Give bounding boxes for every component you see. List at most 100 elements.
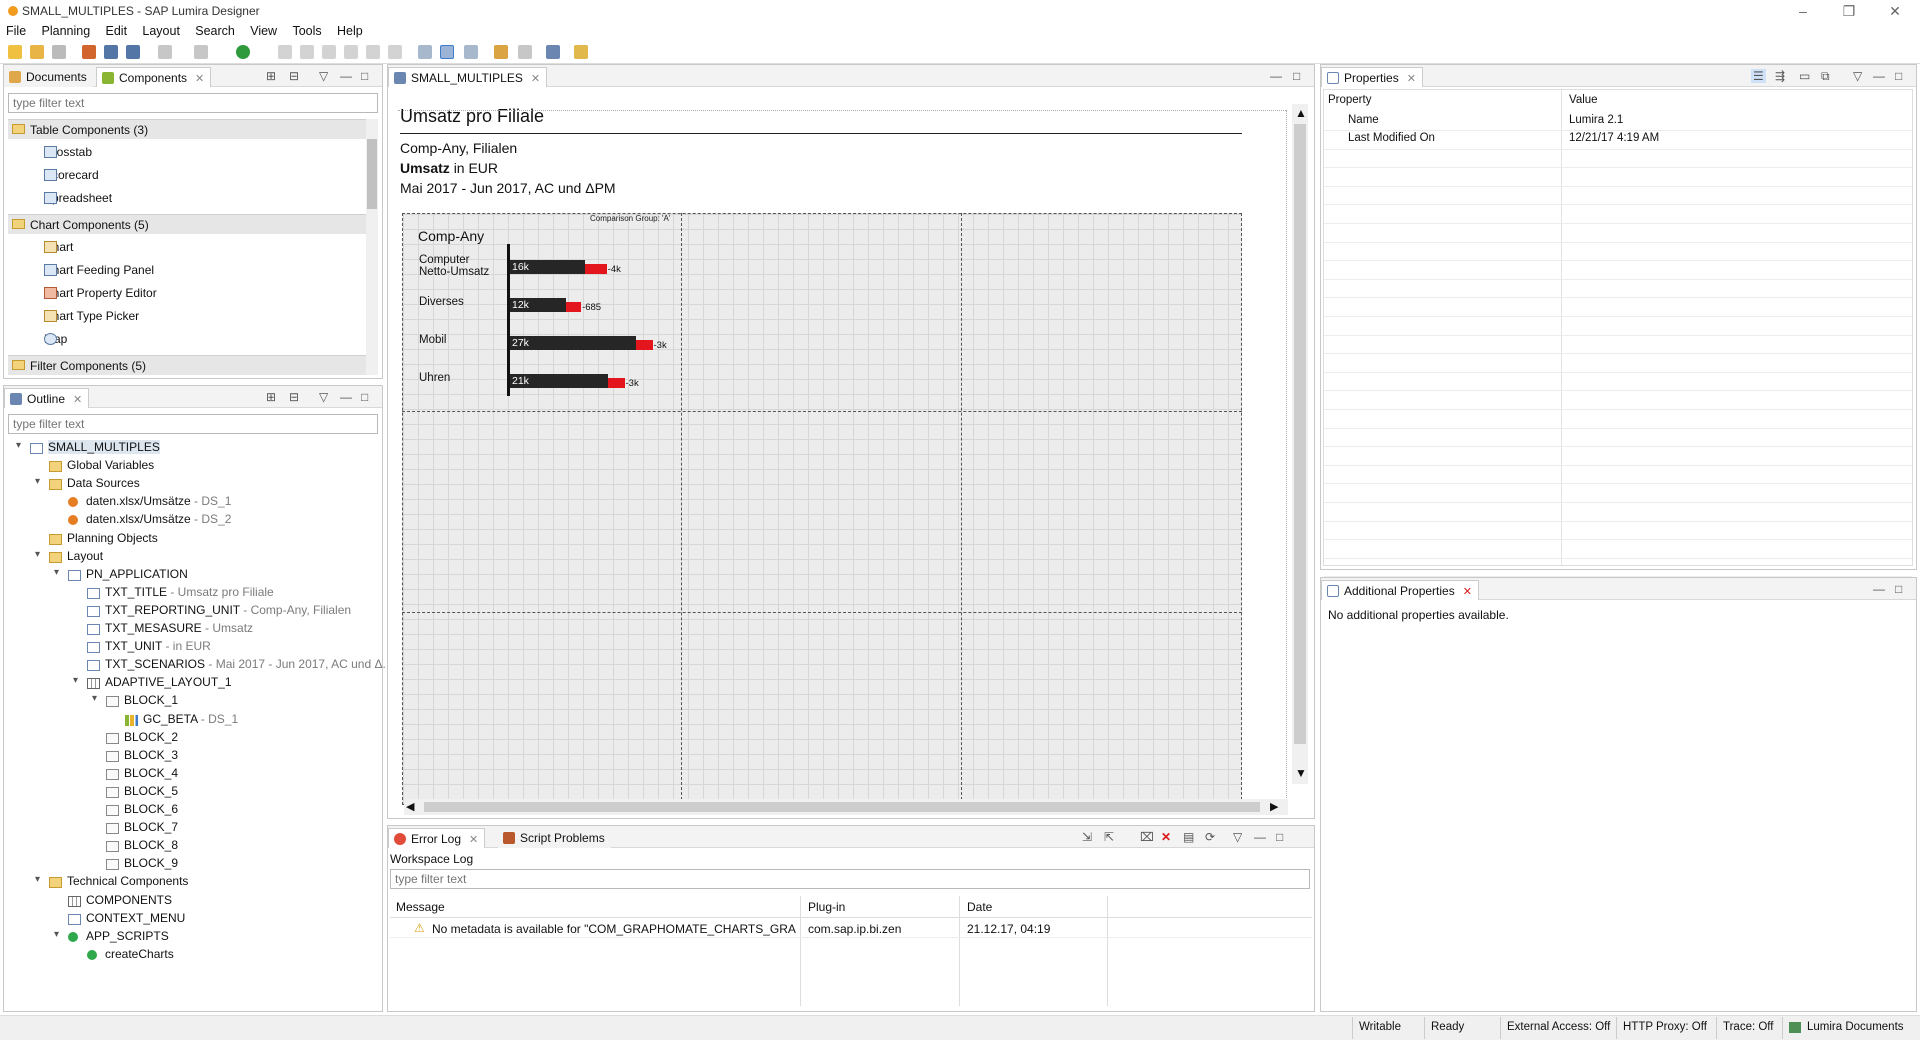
- category-filter-components[interactable]: Filter Components (5): [8, 355, 368, 375]
- export-log-icon[interactable]: ⇲: [1082, 830, 1092, 844]
- tab-additional-properties[interactable]: Additional Properties ✕: [1321, 580, 1479, 600]
- editor-vertical-scrollbar[interactable]: ▲ ▼: [1292, 104, 1308, 784]
- delta-bar[interactable]: [584, 264, 607, 274]
- restore-default-icon[interactable]: ▭: [1799, 69, 1810, 83]
- property-value[interactable]: Lumira 2.1: [1569, 114, 1623, 126]
- status-lumira-documents[interactable]: Lumira Documents: [1782, 1017, 1904, 1039]
- tab-small-multiples[interactable]: SMALL_MULTIPLES ✕: [388, 67, 548, 87]
- fit-icon[interactable]: [418, 45, 432, 59]
- outline-node[interactable]: TXT_SCENARIOS - Mai 2017 - Jun 2017, AC …: [87, 657, 392, 672]
- align-right-icon[interactable]: [322, 45, 336, 59]
- component-chart-type-picker[interactable]: Chart Type Picker: [24, 306, 139, 326]
- outline-node[interactable]: createCharts: [87, 947, 174, 961]
- save-icon[interactable]: [52, 45, 66, 59]
- outline-node[interactable]: ▾ Data Sources: [35, 476, 140, 491]
- component-chart-property-editor[interactable]: Chart Property Editor: [24, 283, 157, 303]
- expand-toggle-icon[interactable]: ▾: [92, 693, 97, 704]
- expand-toggle-icon[interactable]: ▾: [54, 567, 59, 578]
- column-message[interactable]: Message: [396, 900, 445, 914]
- component-spreadsheet[interactable]: Spreadsheet: [24, 188, 112, 208]
- components-scrollbar[interactable]: [366, 119, 378, 375]
- align-center-icon[interactable]: [300, 45, 314, 59]
- grid-toggle-icon[interactable]: [440, 45, 454, 59]
- outline-node[interactable]: ▾ SMALL_MULTIPLES: [16, 440, 160, 454]
- import-log-icon[interactable]: ⇱: [1104, 830, 1114, 844]
- view-menu-icon[interactable]: ▽: [1233, 830, 1242, 844]
- scrollbar-thumb[interactable]: [367, 139, 377, 209]
- expand-toggle-icon[interactable]: ▾: [35, 549, 40, 560]
- minimize-view-icon[interactable]: —: [1254, 830, 1266, 844]
- outline-node[interactable]: ▾ Layout: [35, 549, 103, 563]
- close-tab-icon[interactable]: ✕: [1463, 586, 1472, 598]
- outline-node[interactable]: daten.xlsx/Umsätze - DS_2: [68, 512, 231, 526]
- close-button[interactable]: ✕: [1872, 0, 1918, 22]
- log-row[interactable]: ⚠ No metadata is available for "COM_GRAP…: [390, 918, 1312, 938]
- outline-node[interactable]: BLOCK_9: [106, 856, 178, 871]
- expand-toggle-icon[interactable]: ▾: [73, 675, 78, 686]
- outline-node[interactable]: Planning Objects: [49, 531, 158, 545]
- minimize-view-icon[interactable]: —: [1873, 582, 1885, 596]
- outline-node[interactable]: TXT_MESASURE - Umsatz: [87, 621, 253, 635]
- script-icon[interactable]: [494, 45, 508, 59]
- menu-edit[interactable]: Edit: [100, 22, 134, 40]
- value-bar[interactable]: 27k: [510, 336, 636, 350]
- outline-node[interactable]: ▾ PN_APPLICATION: [54, 567, 188, 581]
- menu-layout[interactable]: Layout: [136, 22, 186, 40]
- menu-view[interactable]: View: [244, 22, 283, 40]
- open-log-icon[interactable]: ▤: [1183, 830, 1194, 844]
- reporting-unit[interactable]: Comp-Any, Filialen: [400, 140, 517, 156]
- maximize-view-icon[interactable]: □: [1895, 582, 1902, 596]
- minimize-view-icon[interactable]: —: [1270, 69, 1282, 83]
- expand-all-icon[interactable]: ⊞: [266, 390, 276, 404]
- align-top-icon[interactable]: [344, 45, 358, 59]
- property-row-last-modified[interactable]: Last Modified On 12/21/17 4:19 AM: [1324, 130, 1914, 148]
- outline-node[interactable]: TXT_REPORTING_UNIT - Comp-Any, Filialen: [87, 603, 351, 617]
- category-chart-components[interactable]: Chart Components (5): [8, 214, 368, 234]
- maximize-view-icon[interactable]: □: [361, 390, 368, 404]
- database-icon[interactable]: [104, 45, 118, 59]
- outline-node[interactable]: CONTEXT_MENU: [68, 911, 185, 925]
- collapse-all-icon[interactable]: ⊟: [289, 390, 299, 404]
- outline-node[interactable]: ▾ Technical Components: [35, 874, 188, 889]
- component-chart[interactable]: Chart: [24, 237, 73, 257]
- package-icon[interactable]: [574, 45, 588, 59]
- close-tab-icon[interactable]: ✕: [531, 73, 540, 85]
- outline-node[interactable]: TXT_TITLE - Umsatz pro Filiale: [87, 585, 274, 599]
- layout-icon[interactable]: [546, 45, 560, 59]
- minimize-view-icon[interactable]: —: [1873, 69, 1885, 83]
- delta-bar[interactable]: [566, 302, 582, 312]
- outline-node[interactable]: Global Variables: [49, 458, 154, 473]
- component-map[interactable]: Map: [24, 329, 67, 349]
- undo-icon[interactable]: [158, 45, 172, 59]
- outline-node[interactable]: ▾ APP_SCRIPTS: [54, 929, 169, 943]
- outline-node[interactable]: BLOCK_5: [106, 784, 178, 798]
- category-table-components[interactable]: Table Components (3): [8, 119, 368, 139]
- delete-log-icon[interactable]: ✕: [1161, 830, 1171, 844]
- pin-icon[interactable]: ⇶: [1775, 69, 1785, 83]
- property-value[interactable]: 12/21/17 4:19 AM: [1569, 132, 1659, 144]
- restore-log-icon[interactable]: ⟳: [1205, 830, 1215, 844]
- outline-filter-input[interactable]: [8, 414, 378, 434]
- value-bar[interactable]: 16k: [510, 260, 585, 274]
- scenarios[interactable]: Mai 2017 - Jun 2017, AC und ΔPM: [400, 180, 616, 196]
- maximize-view-icon[interactable]: □: [1293, 69, 1300, 83]
- expand-toggle-icon[interactable]: ▾: [35, 476, 40, 487]
- outline-node[interactable]: BLOCK_2: [106, 730, 178, 744]
- editor-horizontal-scrollbar[interactable]: ◀ ▶: [404, 799, 1288, 815]
- align-bottom-icon[interactable]: [388, 45, 402, 59]
- close-tab-icon[interactable]: ✕: [195, 73, 204, 85]
- maximize-view-icon[interactable]: □: [361, 69, 368, 83]
- tab-script-problems[interactable]: Script Problems: [498, 828, 611, 848]
- open-icon[interactable]: [30, 45, 44, 59]
- outline-node[interactable]: BLOCK_6: [106, 802, 178, 816]
- outline-node[interactable]: BLOCK_8: [106, 838, 178, 853]
- collapse-all-icon[interactable]: ⊟: [289, 69, 299, 83]
- components-filter-input[interactable]: [8, 93, 378, 113]
- menu-planning[interactable]: Planning: [36, 22, 97, 40]
- column-date[interactable]: Date: [967, 900, 992, 914]
- tab-error-log[interactable]: Error Log ✕: [388, 828, 486, 848]
- outline-node[interactable]: GC_BETA - DS_1: [125, 712, 238, 726]
- minimize-button[interactable]: –: [1780, 0, 1826, 22]
- expand-toggle-icon[interactable]: ▾: [35, 874, 40, 885]
- menu-search[interactable]: Search: [189, 22, 241, 40]
